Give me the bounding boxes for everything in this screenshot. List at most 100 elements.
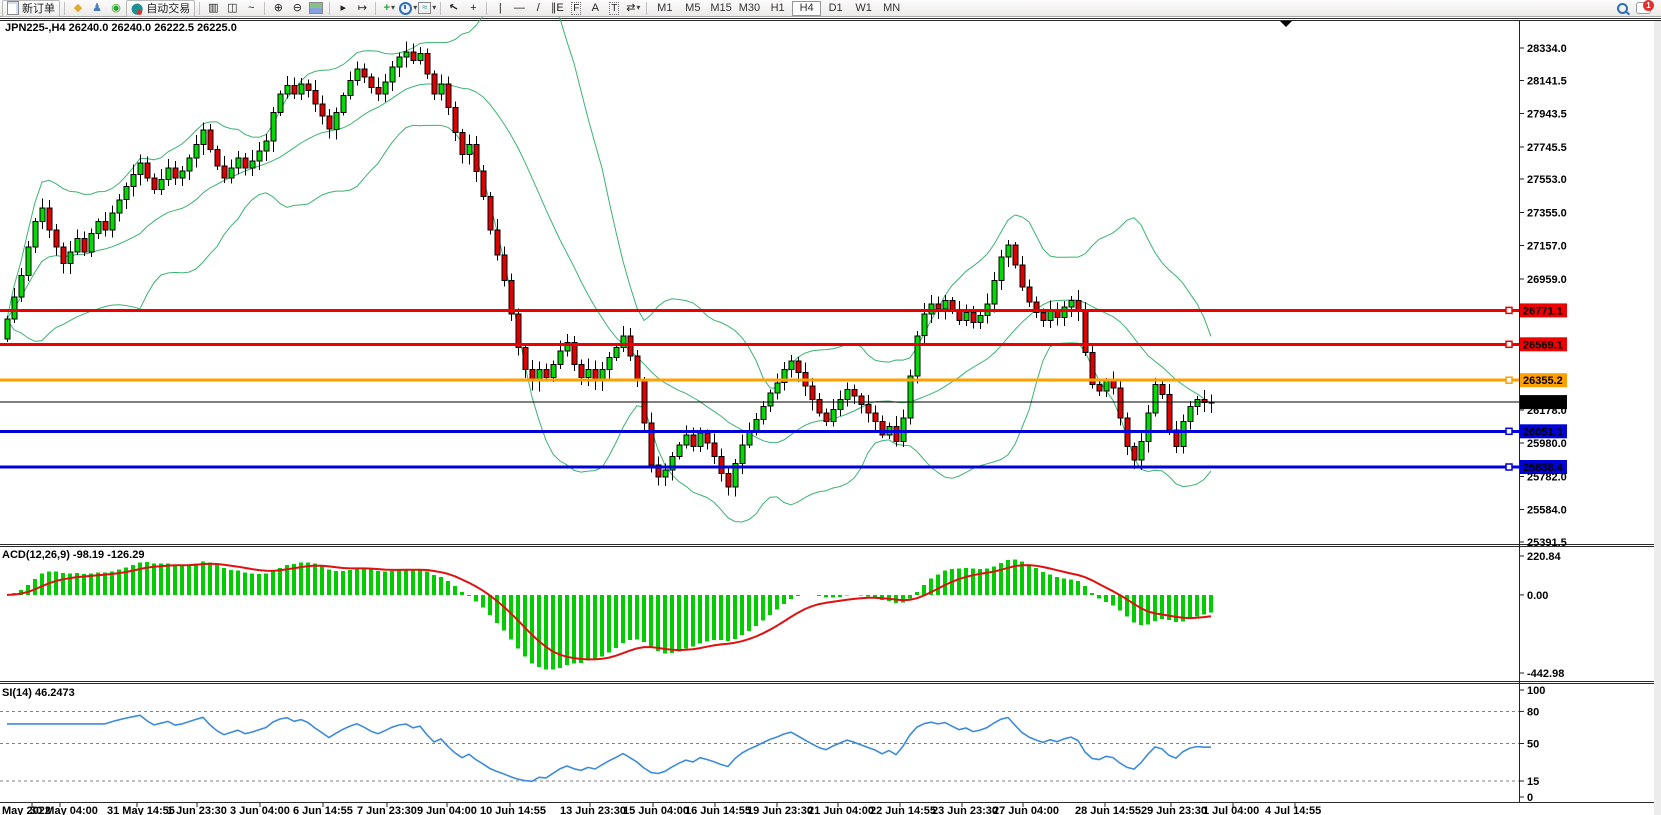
time-axis-label: 10 Jun 14:55 <box>480 805 546 815</box>
auto-scroll-icon[interactable]: ▸ <box>334 1 352 16</box>
zoom-out-icon[interactable]: ⊖ <box>288 1 306 16</box>
trendline-tool-icon[interactable]: / <box>529 1 547 16</box>
toolbar-separator <box>486 2 487 15</box>
time-axis-label: 28 Jun 14:55 <box>1075 805 1141 815</box>
svg-text:26355.2: 26355.2 <box>1523 375 1563 387</box>
tile-windows-icon[interactable] <box>307 1 325 16</box>
level-handle[interactable] <box>1506 377 1512 383</box>
text-tool-icon[interactable]: A <box>586 1 604 16</box>
svg-text:26569.1: 26569.1 <box>1523 339 1563 351</box>
candlesticks <box>5 42 1214 497</box>
svg-text:50: 50 <box>1527 739 1539 751</box>
time-axis-label: 21 Jun 04:00 <box>808 805 874 815</box>
new-chart-icon[interactable]: +▾ <box>380 1 398 16</box>
label-tool-icon[interactable]: T <box>605 1 623 16</box>
price-badge: 26569.1 <box>1520 337 1567 351</box>
zoom-in-icon[interactable]: ⊕ <box>269 1 287 16</box>
toolbar-separator <box>199 2 200 15</box>
auto-trading-icon: ⬤ <box>131 2 143 15</box>
level-handle[interactable] <box>1506 307 1512 313</box>
timeframe-m30[interactable]: M30 <box>736 1 763 15</box>
auto-trading-label: 自动交易 <box>146 0 190 16</box>
toolbar: 新订单 ◆ ♟ ◉ ⬤ 自动交易 ▥ ◫ ~ ⊕ ⊖ ▸ ↦ +▾ ▾ ≈▾ ↖… <box>0 0 1661 17</box>
price-axis: 28334.028141.527943.527745.527553.027355… <box>1519 43 1567 549</box>
time-axis-label: 13 Jun 23:30 <box>560 805 626 815</box>
time-axis-label: 4 Jul 14:55 <box>1265 805 1321 815</box>
horizontal-line-tool-icon[interactable]: — <box>510 1 528 16</box>
svg-text:26771.1: 26771.1 <box>1523 305 1563 317</box>
svg-text:100: 100 <box>1527 685 1545 697</box>
time-axis-label: 27 Jun 04:00 <box>993 805 1059 815</box>
chart-shift-icon[interactable]: ↦ <box>353 1 371 16</box>
new-order-label: 新订单 <box>22 0 55 16</box>
new-order-button[interactable]: 新订单 <box>2 0 60 17</box>
svg-text:27745.5: 27745.5 <box>1527 142 1567 154</box>
indicators-icon[interactable]: ≈▾ <box>418 1 436 16</box>
time-axis-label: 19 Jun 23:30 <box>747 805 813 815</box>
horizontal-levels: 26771.126569.126355.226225.026051.125838… <box>0 303 1567 474</box>
profiles-icon[interactable]: ▾ <box>399 1 417 16</box>
rsi-panel: 1008050150 <box>0 685 1545 804</box>
svg-text:220.84: 220.84 <box>1527 551 1562 563</box>
crosshair-icon[interactable]: + <box>464 1 482 16</box>
time-axis-label: 7 Jun 23:30 <box>357 805 417 815</box>
price-badge: 26355.2 <box>1520 373 1567 387</box>
time-axis-label: 16 Jun 14:55 <box>685 805 751 815</box>
timeframe-m5[interactable]: M5 <box>679 1 706 15</box>
equidistant-channel-tool-icon[interactable]: ∥E <box>548 1 566 16</box>
bar-chart-icon[interactable]: ▥ <box>204 1 222 16</box>
timeframe-mn[interactable]: MN <box>878 1 905 15</box>
time-axis-label: 9 Jun 04:00 <box>417 805 477 815</box>
time-axis-label: 1 Jul 04:00 <box>1203 805 1259 815</box>
bollinger-bands <box>7 0 1211 522</box>
time-axis-label: 23 Jun 23:30 <box>932 805 998 815</box>
time-axis-label: 15 Jun 04:00 <box>623 805 689 815</box>
timeframe-h4[interactable]: H4 <box>792 1 821 16</box>
timeframe-h1[interactable]: H1 <box>764 1 791 15</box>
mt4-window: 26771.126569.126355.226225.026051.125838… <box>0 0 1661 815</box>
cursor-icon[interactable]: ↖ <box>444 0 465 18</box>
chat-icon[interactable]: 1 <box>1636 2 1651 14</box>
chart-title: JPN225-,H4 26240.0 26240.0 26222.5 26225… <box>5 22 237 34</box>
arrows-tool-icon[interactable]: ⇄▾ <box>624 1 642 16</box>
line-chart-icon[interactable]: ~ <box>242 1 260 16</box>
svg-text:27943.5: 27943.5 <box>1527 109 1567 121</box>
svg-text:15: 15 <box>1527 776 1539 788</box>
level-handle[interactable] <box>1506 428 1512 434</box>
svg-text:-442.98: -442.98 <box>1527 668 1564 680</box>
toolbar-separator <box>64 2 65 15</box>
svg-text:25980.0: 25980.0 <box>1527 438 1567 450</box>
timeframe-m1[interactable]: M1 <box>651 1 678 15</box>
time-axis-label: 3 Jun 04:00 <box>230 805 290 815</box>
fibonacci-tool-icon[interactable]: F <box>567 1 585 16</box>
new-order-icon <box>7 1 19 15</box>
vertical-line-tool-icon[interactable]: | <box>491 1 509 16</box>
timeframe-d1[interactable]: D1 <box>822 1 849 15</box>
level-handle[interactable] <box>1506 464 1512 470</box>
svg-text:25391.5: 25391.5 <box>1527 537 1567 549</box>
last-bar-marker <box>1280 21 1292 27</box>
toolbar-separator <box>264 2 265 15</box>
timeframe-m15[interactable]: M15 <box>707 1 734 15</box>
candlestick-chart-icon[interactable]: ◫ <box>223 1 241 16</box>
svg-text:25782.0: 25782.0 <box>1527 471 1567 483</box>
search-icon[interactable] <box>1617 3 1628 14</box>
svg-text:28334.0: 28334.0 <box>1527 43 1567 55</box>
auto-trading-button[interactable]: ⬤ 自动交易 <box>126 0 195 17</box>
notification-badge: 1 <box>1643 0 1654 11</box>
toolbar-separator <box>329 2 330 15</box>
level-handle[interactable] <box>1506 341 1512 347</box>
time-axis-label: 1 Jun 23:30 <box>167 805 227 815</box>
timeframe-w1[interactable]: W1 <box>850 1 877 15</box>
macd-panel: 220.84 0.00 -442.98 <box>7 551 1564 680</box>
market-watch-icon[interactable]: ◆ <box>69 1 87 16</box>
toolbar-right-group: 1 <box>1617 2 1659 14</box>
terminal-icon[interactable]: ◉ <box>107 1 125 16</box>
navigator-icon[interactable]: ♟ <box>88 1 106 16</box>
chart-canvas: 26771.126569.126355.226225.026051.125838… <box>0 0 1661 815</box>
time-axis-label: 6 Jun 14:55 <box>293 805 353 815</box>
time-axis: May 202230 May 04:0031 May 14:551 Jun 23… <box>2 803 1321 815</box>
svg-text:0.00: 0.00 <box>1527 590 1548 602</box>
svg-text:27355.0: 27355.0 <box>1527 207 1567 219</box>
toolbar-separator <box>440 2 441 15</box>
